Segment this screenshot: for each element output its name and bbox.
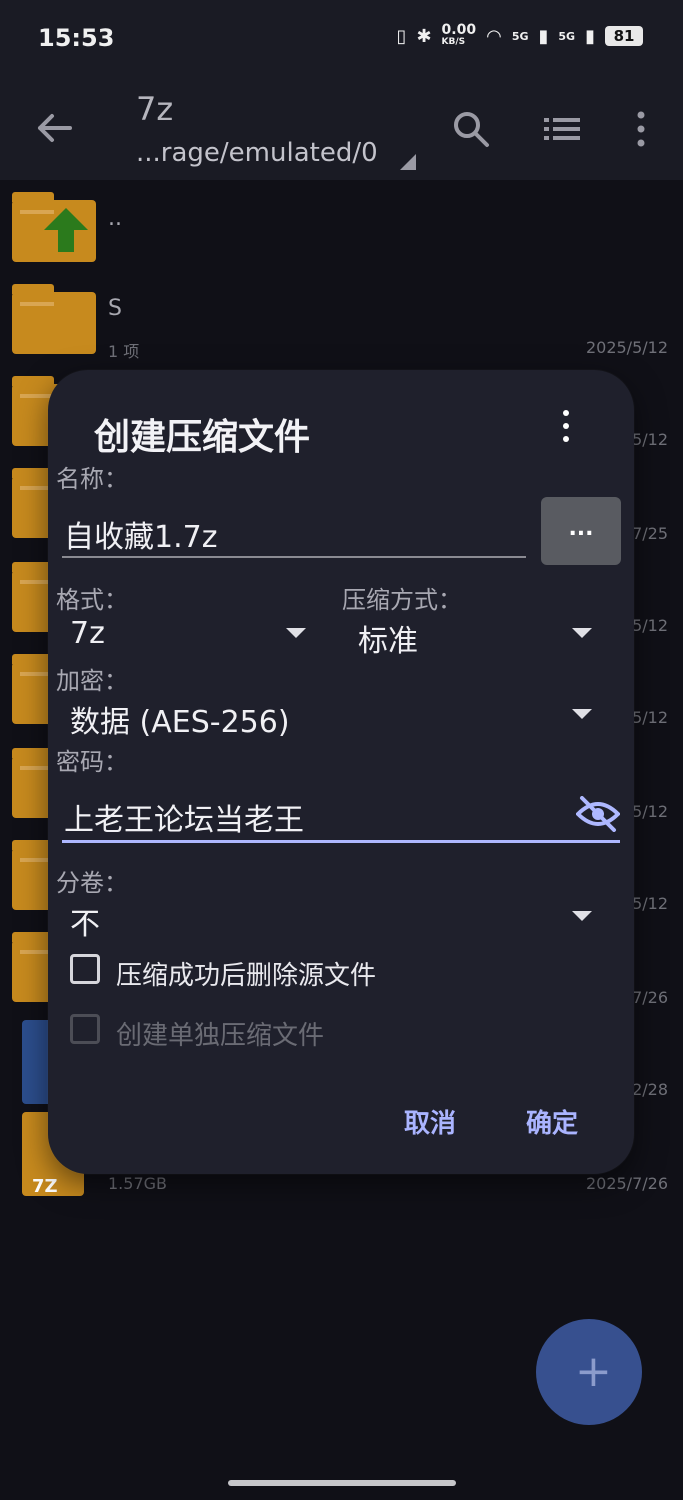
network-speed: 0.00 KB/S (441, 22, 477, 47)
status-time: 15:53 (38, 24, 115, 52)
file-date: 5/12 (632, 894, 668, 913)
cancel-button[interactable]: 取消 (404, 1103, 456, 1140)
signal-5g-2: 5G (558, 29, 576, 43)
format-dropdown-icon[interactable] (286, 628, 306, 638)
compression-dropdown-icon[interactable] (572, 628, 592, 638)
delete-source-label[interactable]: 压缩成功后删除源文件 (116, 955, 376, 992)
app-title: 7z (136, 90, 174, 128)
file-date: 2/28 (632, 1080, 668, 1099)
browse-button[interactable]: ... (541, 497, 621, 565)
wifi-icon: ◠ (486, 25, 502, 47)
list-view-icon[interactable] (544, 116, 580, 142)
home-indicator[interactable] (228, 1480, 456, 1486)
signal-5g-1: 5G (511, 29, 529, 43)
password-input[interactable]: 上老王论坛当老王 (64, 795, 304, 839)
status-icons: ▯ ✱ 0.00 KB/S ◠ 5G ▮ 5G ▮ 81 (396, 22, 643, 48)
file-date: 5/12 (632, 708, 668, 727)
signal-icon: ▮ (538, 25, 549, 47)
file-name[interactable]: .. (108, 206, 122, 231)
file-date: 2025/5/12 (585, 338, 668, 357)
file-size: 1.57GB (108, 1174, 167, 1193)
separate-archive-checkbox (70, 1014, 100, 1044)
dialog-more-options-icon[interactable] (556, 406, 576, 446)
format-label: 格式： (56, 586, 128, 614)
split-select[interactable]: 不 (70, 899, 100, 943)
archive-name-input[interactable]: 自收藏1.7z (64, 512, 217, 556)
up-arrow-stem (58, 228, 74, 252)
create-archive-dialog (48, 370, 634, 1174)
bluetooth-icon: ✱ (416, 25, 432, 47)
battery-icon: 81 (605, 26, 643, 46)
folder-icon[interactable] (12, 284, 96, 354)
compression-label: 压缩方式： (342, 586, 462, 614)
file-date: 7/25 (632, 524, 668, 543)
dialog-title: 创建压缩文件 (94, 417, 311, 458)
encryption-label: 加密： (56, 667, 128, 695)
encryption-dropdown-icon[interactable] (572, 709, 592, 719)
ok-button[interactable]: 确定 (526, 1103, 578, 1140)
password-input-underline (62, 840, 620, 843)
password-label: 密码： (56, 748, 128, 776)
separate-archive-label: 创建单独压缩文件 (116, 1021, 325, 1051)
name-label: 名称： (56, 465, 128, 493)
compression-select[interactable]: 标准 (358, 616, 418, 660)
file-date: 7/26 (632, 988, 668, 1007)
search-icon[interactable] (452, 110, 490, 148)
format-select[interactable]: 7z (70, 616, 105, 651)
file-date: 5/12 (632, 430, 668, 449)
split-dropdown-icon[interactable] (572, 911, 592, 921)
delete-source-checkbox[interactable] (70, 954, 100, 984)
path-dropdown-icon[interactable] (400, 154, 416, 170)
file-date: 5/12 (632, 802, 668, 821)
file-meta: 1 项 (108, 342, 140, 361)
plus-icon: + (575, 1346, 612, 1397)
signal-icon: ▮ (585, 25, 595, 47)
back-arrow-icon[interactable] (36, 112, 72, 144)
zip-file-label: 7Z (32, 1176, 58, 1197)
file-date: 5/12 (632, 616, 668, 635)
up-arrow-icon (44, 208, 88, 230)
name-input-underline (62, 556, 526, 558)
visibility-off-icon[interactable] (576, 796, 620, 832)
split-label: 分卷： (56, 869, 128, 897)
encryption-select[interactable]: 数据 (AES-256) (70, 697, 290, 741)
vibrate-icon: ▯ (396, 25, 407, 47)
more-options-icon[interactable] (632, 110, 650, 148)
path-breadcrumb[interactable]: ...rage/emulated/0 (136, 138, 378, 168)
file-name[interactable]: S (108, 296, 122, 321)
file-date: 2025/7/26 (585, 1174, 668, 1193)
